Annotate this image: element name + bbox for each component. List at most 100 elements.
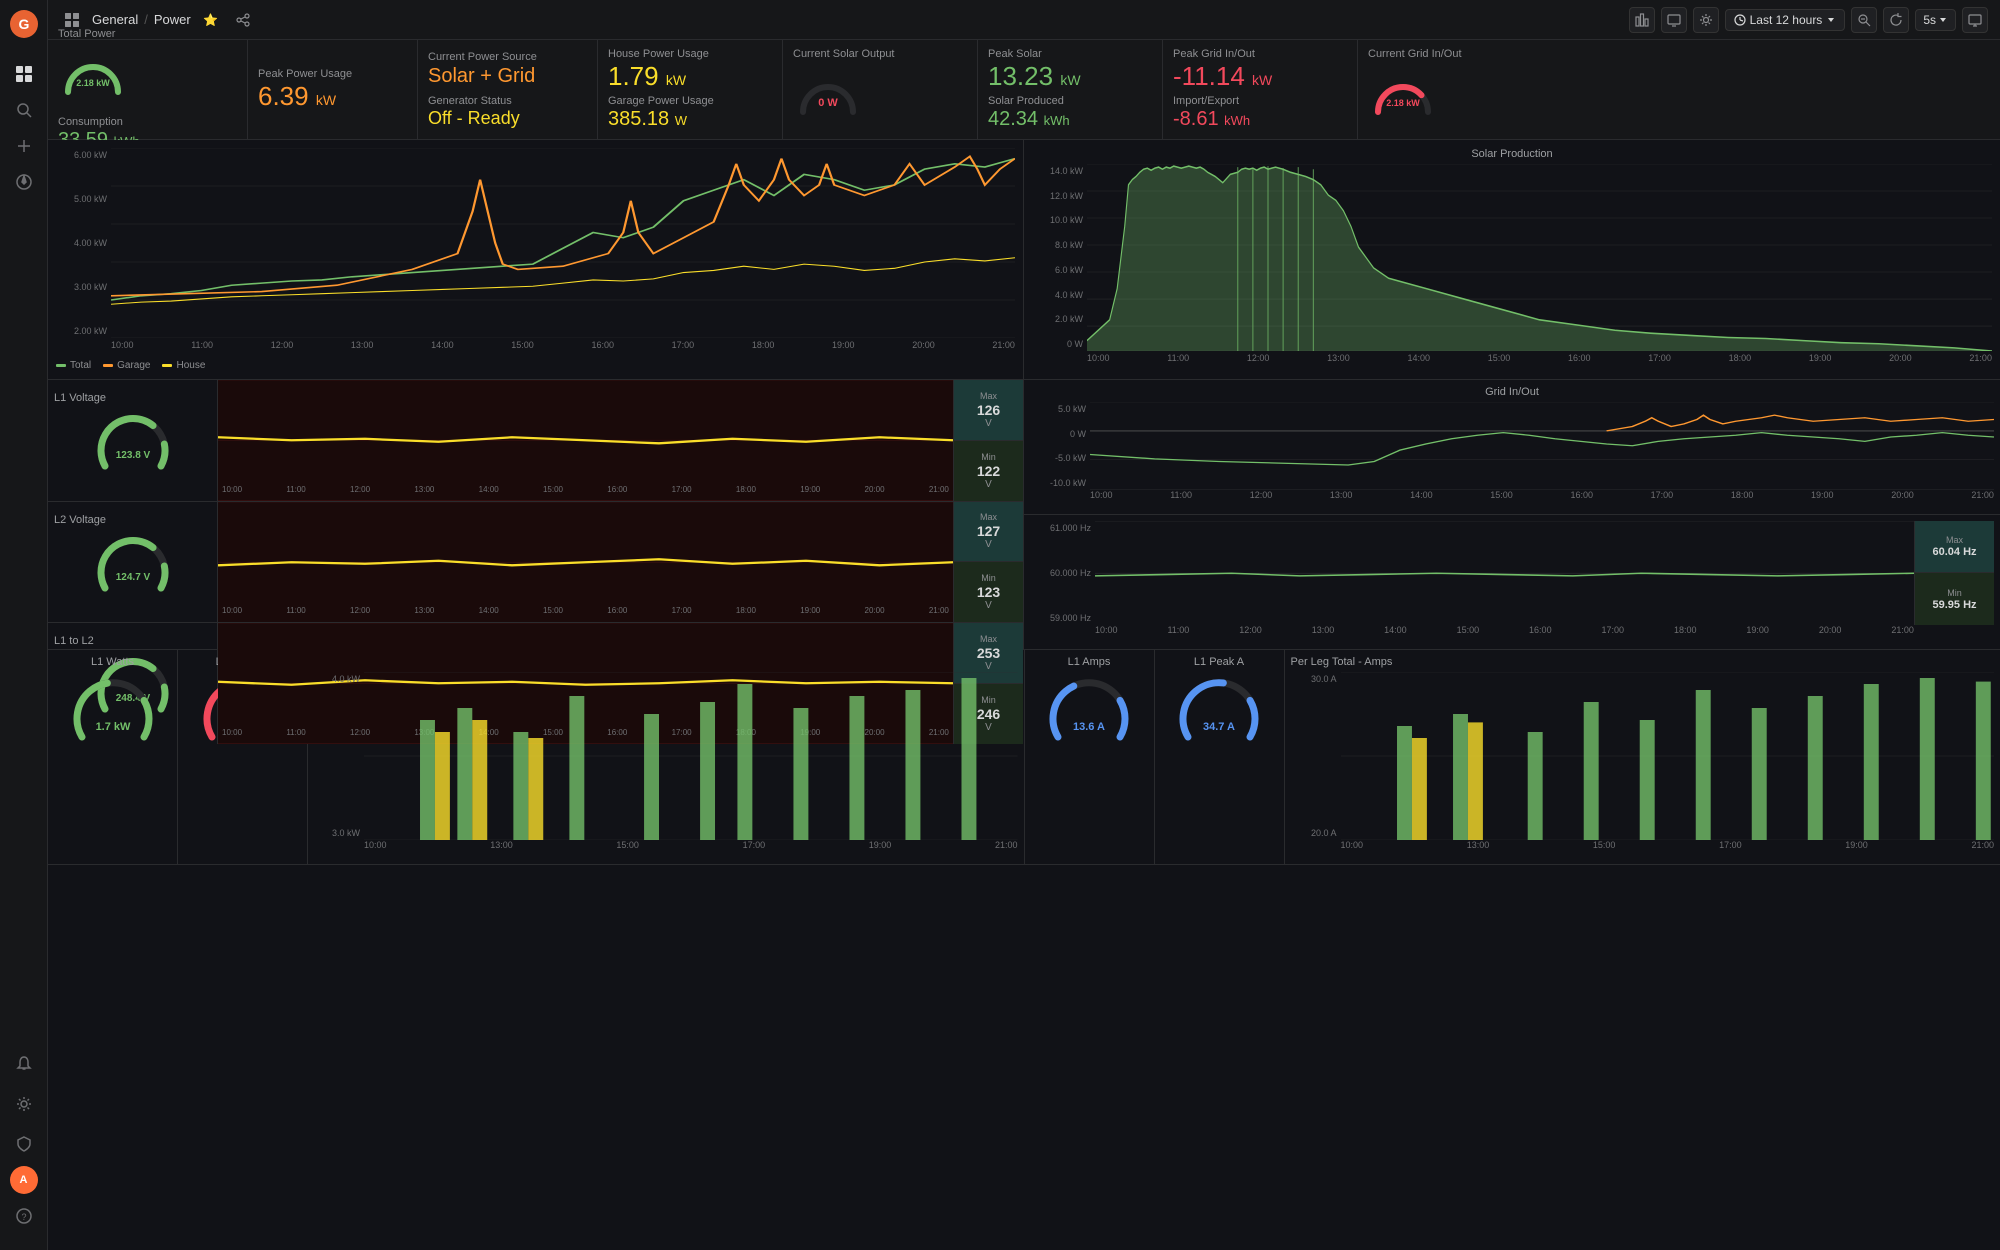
l1-watts-panel: L1 Watts 1.7 kW — [48, 650, 178, 864]
total-power-chart-area: 6.00 kW 5.00 kW 4.00 kW 3.00 kW 2.00 kW — [56, 148, 1015, 358]
l1-max-value: 126 — [977, 402, 1000, 418]
x-label-1800: 18:00 — [752, 340, 775, 358]
sidebar-item-search[interactable] — [8, 94, 40, 126]
solar-production-title: Solar Production — [1032, 148, 1992, 160]
nav-parent[interactable]: General — [92, 12, 138, 27]
svg-text:34.7 A: 34.7 A — [1203, 721, 1235, 733]
settings-btn[interactable] — [1693, 7, 1719, 33]
total-power-gauge: 2.18 kW — [58, 42, 128, 112]
frequency-svg — [1095, 521, 1914, 626]
stat-generator-value: Off - Ready — [428, 108, 520, 128]
app-logo[interactable]: G — [8, 8, 40, 40]
nav-separator: / — [144, 12, 148, 27]
refresh-btn[interactable] — [1883, 7, 1909, 33]
y-solar-8: 8.0 kW — [1032, 240, 1083, 250]
charts-row3: L1 Watts 1.7 kW L1 Peak W 4.2 kW Per Leg — [48, 650, 2000, 865]
svg-text:123.8 V: 123.8 V — [115, 450, 150, 461]
stat-total-power: Total Power 2.18 kW Consumption 33.59 kW… — [48, 40, 248, 139]
refresh-rate-label: 5s — [1923, 13, 1936, 27]
stat-garage-unit: W — [675, 113, 687, 128]
svg-text:G: G — [18, 16, 29, 32]
legend-total: Total — [70, 360, 91, 371]
svg-text:1.7 kW: 1.7 kW — [95, 721, 130, 733]
stat-house-label: House Power Usage — [608, 48, 772, 60]
y-label-6kw: 6.00 kW — [56, 150, 107, 160]
per-leg-amps-svg — [1341, 672, 1995, 840]
grid-inout-title: Grid In/Out — [1030, 386, 1994, 398]
sidebar-item-help[interactable]: ? — [8, 1200, 40, 1232]
stat-total-power-label: Total Power — [58, 28, 237, 40]
topbar-controls: Last 12 hours 5s — [1629, 7, 1988, 33]
stat-generator-label: Generator Status — [428, 95, 587, 107]
stat-garage-value: 385.18 — [608, 108, 669, 130]
sidebar-item-bell[interactable] — [8, 1048, 40, 1080]
solar-production-chart: Solar Production 14.0 kW 12.0 kW 10.0 kW… — [1024, 140, 2000, 379]
l1-voltage-badges: Max 126 V Min 122 V — [953, 380, 1023, 501]
l1-l2-label: L1 to L2 — [54, 635, 94, 647]
stat-import-export-unit: kWh — [1224, 113, 1250, 128]
l1-peak-a-gauge: 34.7 A — [1174, 672, 1264, 762]
zoom-out-btn[interactable] — [1851, 7, 1877, 33]
time-range-selector[interactable]: Last 12 hours — [1725, 9, 1846, 31]
grid-inout-svg — [1090, 402, 1994, 490]
stat-peak-grid: Peak Grid In/Out -11.14 kW Import/Export… — [1163, 40, 1358, 139]
l1-min-label: Min — [981, 452, 996, 462]
x-label-1300: 13:00 — [351, 340, 374, 358]
stat-peak-solar: Peak Solar 13.23 kW Solar Produced 42.34… — [978, 40, 1163, 139]
sidebar-item-add[interactable] — [8, 130, 40, 162]
y-solar-0: 0 W — [1032, 339, 1083, 349]
voltage-panel: L1 Voltage 123.8 V — [48, 380, 1024, 649]
x-label-1100: 11:00 — [191, 340, 213, 358]
stat-house-unit: kW — [666, 72, 686, 88]
y-solar-6: 6.0 kW — [1032, 265, 1083, 275]
y-solar-14: 14.0 kW — [1032, 166, 1083, 176]
stat-consumption-label: Consumption — [58, 116, 237, 128]
stat-source-label: Current Power Source — [428, 51, 587, 63]
x-label-1600: 16:00 — [591, 340, 614, 358]
legend-house: House — [176, 360, 205, 371]
l1-amps-gauge: 13.6 A — [1044, 672, 1134, 762]
breadcrumb: General / Power — [92, 12, 191, 27]
tv-mode-btn[interactable] — [1661, 7, 1687, 33]
svg-text:?: ? — [21, 1212, 26, 1222]
sidebar-item-shield[interactable] — [8, 1128, 40, 1160]
l1-voltage-chart: 10:00 11:00 12:00 13:00 14:00 15:00 16:0… — [218, 380, 953, 501]
y-solar-2: 2.0 kW — [1032, 314, 1083, 324]
refresh-rate-selector[interactable]: 5s — [1915, 9, 1956, 31]
stat-current-grid: Current Grid In/Out 2.18 kW — [1358, 40, 2000, 139]
l2-voltage-gauge-cell: L2 Voltage 124.7 V — [48, 502, 218, 623]
sidebar-item-dashboard[interactable] — [8, 58, 40, 90]
stat-peak-solar-label: Peak Solar — [988, 48, 1152, 60]
stat-current-source: Current Power Source Solar + Grid Genera… — [418, 40, 598, 139]
y-solar-12: 12.0 kW — [1032, 191, 1083, 201]
current-grid-gauge: 2.18 kW — [1368, 62, 1438, 132]
stat-peak-solar-unit: kW — [1060, 72, 1080, 88]
l1-amps-panel: L1 Amps 13.6 A — [1025, 650, 1155, 864]
l1-max-badge: Max 126 V — [954, 380, 1023, 441]
time-range-label: Last 12 hours — [1750, 13, 1823, 27]
svg-text:0 W: 0 W — [818, 97, 838, 109]
frequency-chart: 61.000 Hz 60.000 Hz 59.000 Hz — [1024, 515, 2000, 650]
sidebar-item-gear[interactable] — [8, 1088, 40, 1120]
svg-text:13.6 A: 13.6 A — [1073, 721, 1105, 733]
x-label-1400: 14:00 — [431, 340, 454, 358]
stat-current-grid-label: Current Grid In/Out — [1368, 48, 1990, 60]
stat-garage-label: Garage Power Usage — [608, 95, 772, 107]
svg-text:2.18 kW: 2.18 kW — [76, 78, 110, 88]
stat-source-value: Solar + Grid — [428, 65, 535, 87]
l1-min-unit: V — [985, 479, 992, 490]
per-leg-amps-panel: Per Leg Total - Amps 30.0 A 20.0 A — [1285, 650, 2000, 864]
l1-peak-a-title: L1 Peak A — [1194, 656, 1244, 668]
sidebar: G — [0, 0, 48, 1250]
stat-import-export-label: Import/Export — [1173, 95, 1347, 107]
user-avatar[interactable]: A — [10, 1166, 38, 1194]
charts-row2: L1 Voltage 123.8 V — [48, 380, 2000, 650]
x-label-1900: 19:00 — [832, 340, 855, 358]
per-leg-watts-panel: Per Leg Total - Watts 4.0 kW 3.0 kW — [308, 650, 1025, 864]
display-btn[interactable] — [1962, 7, 1988, 33]
y-label-4kw: 4.00 kW — [56, 238, 107, 248]
l1-voltage-label: L1 Voltage — [54, 392, 106, 404]
chart-type-btn[interactable] — [1629, 7, 1655, 33]
stat-peak-grid-unit: kW — [1252, 72, 1272, 88]
sidebar-item-compass[interactable] — [8, 166, 40, 198]
